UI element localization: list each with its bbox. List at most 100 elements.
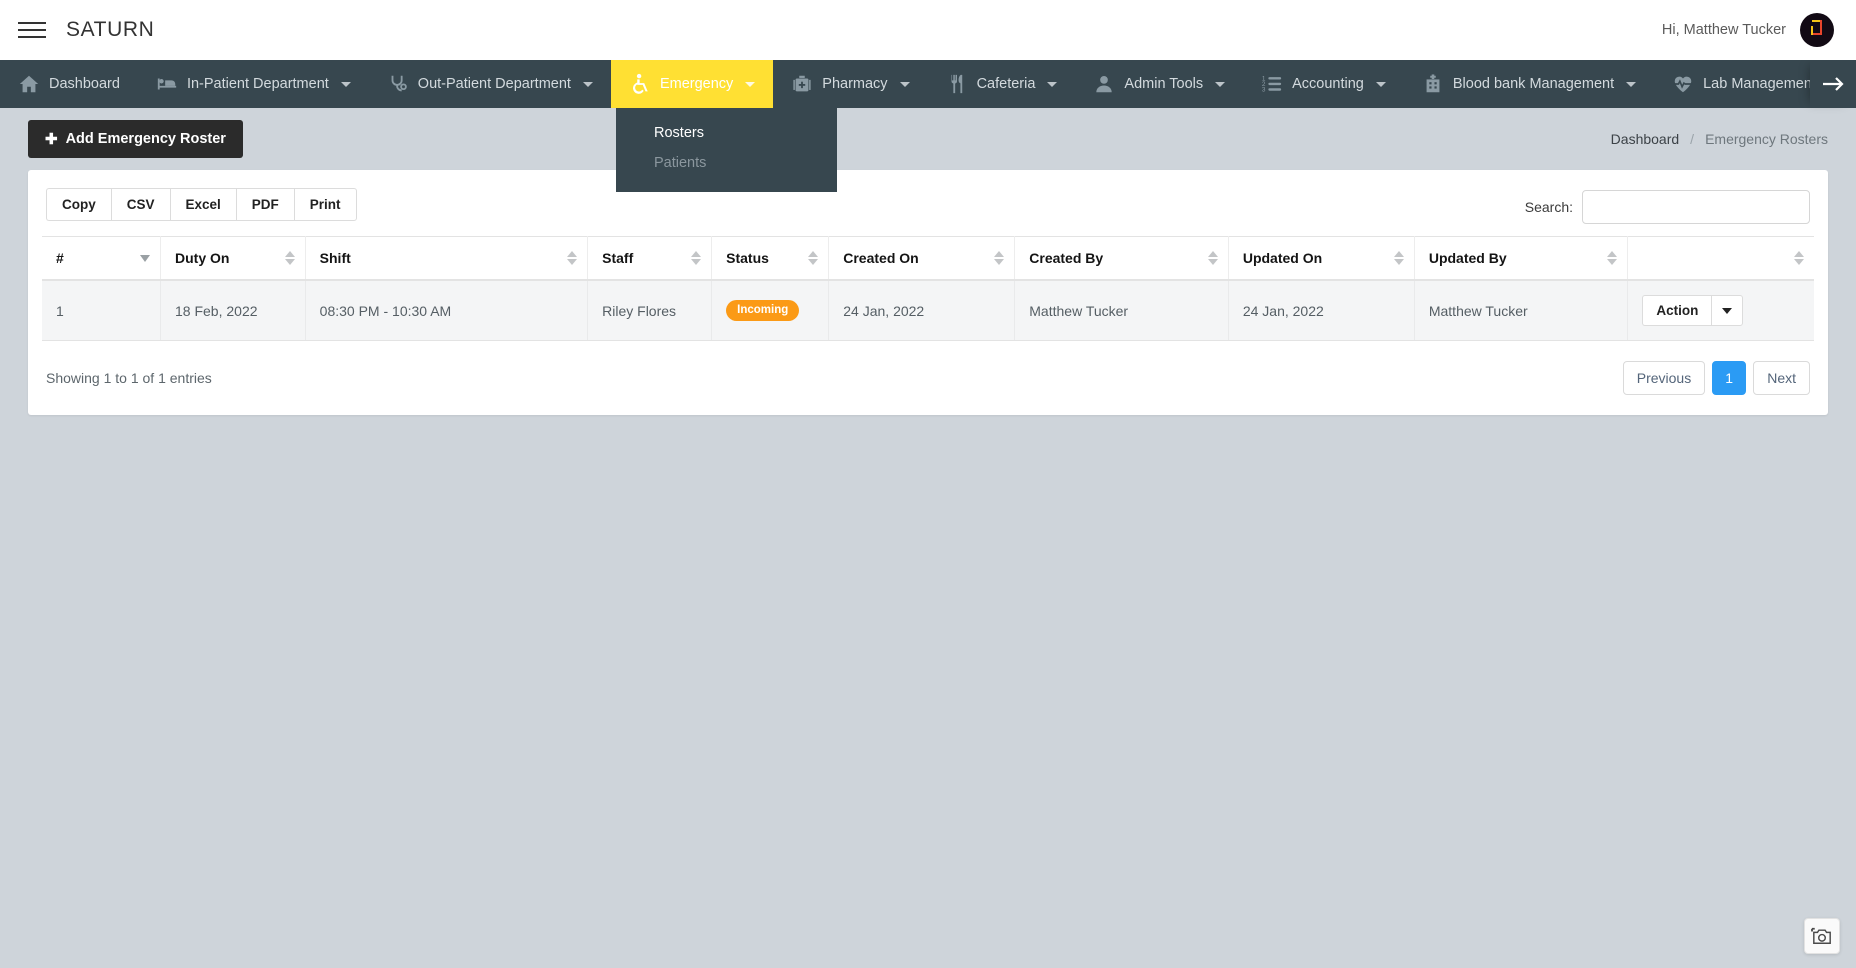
action-button[interactable]: Action (1642, 295, 1711, 326)
nav-label: Out-Patient Department (418, 76, 571, 92)
cell-created-by: Matthew Tucker (1015, 280, 1229, 341)
copy-button[interactable]: Copy (46, 188, 111, 221)
cell-duty-on: 18 Feb, 2022 (161, 280, 306, 341)
sort-desc-icon (140, 250, 150, 266)
chevron-down-icon (1376, 82, 1386, 87)
arrow-right-icon[interactable] (1810, 60, 1856, 108)
user-greeting: Hi, Matthew Tucker (1662, 22, 1786, 38)
cell-updated-on: 24 Jan, 2022 (1228, 280, 1414, 341)
emergency-rosters-table: # Duty On Shift Staff Status (42, 236, 1814, 341)
column-header-created-by[interactable]: Created By (1015, 237, 1229, 281)
cell-status: Incoming (712, 280, 829, 341)
dropdown-item-patients[interactable]: Patients (616, 148, 837, 178)
nav-item-emergency[interactable]: Emergency (611, 60, 773, 108)
chevron-down-icon (1722, 308, 1732, 314)
stethoscope-icon (387, 73, 409, 95)
chevron-down-icon (341, 82, 351, 87)
nav-label: Admin Tools (1124, 76, 1203, 92)
main-navigation: Dashboard In-Patient Department Out-Pati… (0, 60, 1856, 108)
sort-icon (994, 250, 1004, 266)
breadcrumb-dashboard[interactable]: Dashboard (1611, 131, 1680, 147)
column-header-updated-by[interactable]: Updated By (1414, 237, 1628, 281)
column-header-num[interactable]: # (42, 237, 161, 281)
sort-icon (1794, 250, 1804, 266)
sort-icon (1394, 250, 1404, 266)
table-toolbar: Copy CSV Excel PDF Print Search: (42, 188, 1814, 236)
pagination-page-1[interactable]: 1 (1712, 361, 1746, 395)
sort-icon (567, 250, 577, 266)
column-header-created-on[interactable]: Created On (829, 237, 1015, 281)
medkit-icon (791, 73, 813, 95)
table-footer: Showing 1 to 1 of 1 entries Previous 1 N… (42, 341, 1814, 401)
column-header-shift[interactable]: Shift (305, 237, 587, 281)
nav-label: Emergency (660, 76, 733, 92)
nav-item-blood-bank-management[interactable]: Blood bank Management (1404, 60, 1654, 108)
app-brand: SATURN (66, 18, 154, 42)
chevron-down-icon (1215, 82, 1225, 87)
column-header-actions[interactable] (1628, 237, 1814, 281)
cell-staff: Riley Flores (588, 280, 712, 341)
cell-created-on: 24 Jan, 2022 (829, 280, 1015, 341)
page-header: ✚ Add Emergency Roster Dashboard / Emerg… (0, 108, 1856, 170)
column-header-updated-on[interactable]: Updated On (1228, 237, 1414, 281)
nav-item-out-patient-department[interactable]: Out-Patient Department (369, 60, 611, 108)
nav-item-dashboard[interactable]: Dashboard (0, 60, 138, 108)
chevron-down-icon (1047, 82, 1057, 87)
cell-action: Action (1628, 280, 1814, 341)
home-icon (18, 73, 40, 95)
top-bar: SATURN Hi, Matthew Tucker (0, 0, 1856, 60)
search-label: Search: (1525, 199, 1573, 215)
csv-button[interactable]: CSV (111, 188, 170, 221)
nav-label: Cafeteria (977, 76, 1036, 92)
nav-label: In-Patient Department (187, 76, 329, 92)
screenshot-icon[interactable] (1804, 918, 1840, 954)
nav-item-pharmacy[interactable]: Pharmacy (773, 60, 927, 108)
heartbeat-icon (1672, 73, 1694, 95)
hamburger-icon[interactable] (18, 15, 48, 45)
excel-button[interactable]: Excel (170, 188, 236, 221)
breadcrumb: Dashboard / Emergency Rosters (1611, 131, 1828, 147)
nav-item-admin-tools[interactable]: Admin Tools (1075, 60, 1243, 108)
pagination-previous[interactable]: Previous (1623, 361, 1705, 395)
sort-icon (285, 250, 295, 266)
chevron-down-icon (583, 82, 593, 87)
pagination-next[interactable]: Next (1753, 361, 1810, 395)
emergency-dropdown-menu: Rosters Patients (616, 108, 837, 192)
nav-item-cafeteria[interactable]: Cafeteria (928, 60, 1076, 108)
plus-icon: ✚ (45, 132, 58, 147)
avatar[interactable] (1800, 13, 1834, 47)
action-dropdown-toggle[interactable] (1711, 295, 1743, 326)
entries-info: Showing 1 to 1 of 1 entries (46, 370, 212, 386)
column-header-status[interactable]: Status (712, 237, 829, 281)
nav-item-in-patient-department[interactable]: In-Patient Department (138, 60, 369, 108)
cell-shift: 08:30 PM - 10:30 AM (305, 280, 587, 341)
export-button-group: Copy CSV Excel PDF Print (46, 188, 357, 221)
nav-label: Accounting (1292, 76, 1364, 92)
sort-icon (1607, 250, 1617, 266)
pdf-button[interactable]: PDF (236, 188, 294, 221)
chevron-down-icon (1626, 82, 1636, 87)
nav-label: Dashboard (49, 76, 120, 92)
table-header-row: # Duty On Shift Staff Status (42, 237, 1814, 281)
search-input[interactable] (1582, 190, 1810, 224)
dropdown-item-rosters[interactable]: Rosters (616, 118, 837, 148)
column-header-duty-on[interactable]: Duty On (161, 237, 306, 281)
cell-num: 1 (42, 280, 161, 341)
search-area: Search: (1525, 188, 1810, 224)
nav-item-accounting[interactable]: 123 Accounting (1243, 60, 1404, 108)
print-button[interactable]: Print (294, 188, 357, 221)
svg-text:3: 3 (1262, 86, 1266, 93)
column-header-staff[interactable]: Staff (588, 237, 712, 281)
table-row: 1 18 Feb, 2022 08:30 PM - 10:30 AM Riley… (42, 280, 1814, 341)
roster-table-card: Copy CSV Excel PDF Print Search: # Duty (28, 170, 1828, 415)
add-emergency-roster-button[interactable]: ✚ Add Emergency Roster (28, 120, 243, 158)
status-badge: Incoming (726, 300, 799, 321)
sort-icon (1208, 250, 1218, 266)
sort-icon (808, 250, 818, 266)
pagination: Previous 1 Next (1623, 361, 1810, 395)
list-ol-icon: 123 (1261, 73, 1283, 95)
nav-label: Pharmacy (822, 76, 887, 92)
breadcrumb-separator: / (1690, 131, 1694, 147)
breadcrumb-current: Emergency Rosters (1705, 131, 1828, 147)
nav-label: Blood bank Management (1453, 76, 1614, 92)
